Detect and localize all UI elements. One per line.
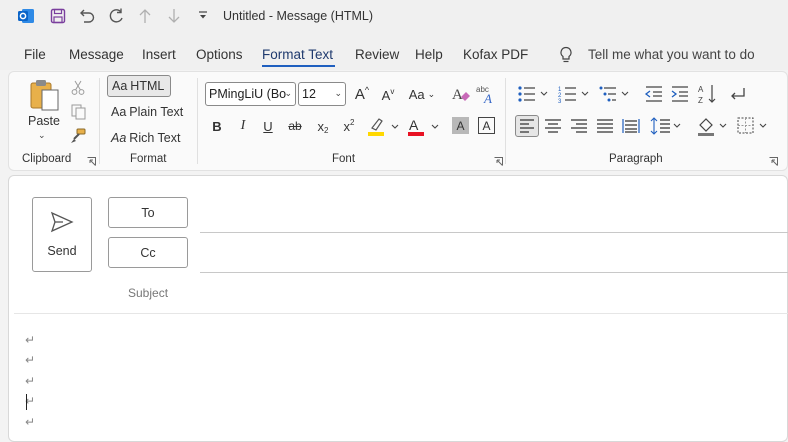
- svg-text:3: 3: [558, 99, 562, 104]
- numbering-icon[interactable]: 123: [558, 84, 592, 105]
- next-item-icon[interactable]: [164, 6, 184, 26]
- format-rich-label: Rich Text: [129, 131, 181, 145]
- format-html-label: HTML: [130, 79, 165, 93]
- text-effects-icon[interactable]: abc A: [476, 83, 498, 105]
- bullets-icon[interactable]: [517, 84, 551, 104]
- paragraph-launcher-icon[interactable]: [769, 155, 778, 166]
- underline-button[interactable]: U: [260, 117, 276, 135]
- font-color-button[interactable]: A: [406, 116, 442, 138]
- decrease-indent-icon[interactable]: [644, 84, 664, 104]
- paragraph-group-label: Paragraph: [609, 153, 663, 165]
- shading-icon[interactable]: [696, 115, 730, 137]
- font-group-label: Font: [332, 153, 356, 165]
- character-shading-icon[interactable]: A: [452, 117, 469, 134]
- lightbulb-icon: [558, 46, 574, 67]
- distributed-align-button[interactable]: [621, 116, 641, 136]
- outlook-logo-icon: [16, 6, 36, 26]
- previous-item-icon[interactable]: [135, 6, 155, 26]
- group-separator: [505, 78, 506, 164]
- align-right-button[interactable]: [569, 116, 589, 136]
- paste-dropdown-icon[interactable]: ⌄: [38, 130, 46, 141]
- cc-field[interactable]: [200, 272, 788, 273]
- align-center-button[interactable]: [543, 116, 563, 136]
- superscript-button[interactable]: x2: [340, 117, 358, 135]
- save-icon[interactable]: [48, 6, 68, 26]
- clipboard-group-label: Clipboard: [22, 153, 72, 165]
- tab-review[interactable]: Review: [355, 47, 399, 62]
- change-case-label: Aa: [408, 86, 425, 102]
- tab-help[interactable]: Help: [415, 47, 443, 62]
- undo-icon[interactable]: [77, 6, 97, 26]
- font-name-dropdown-icon[interactable]: ⌄: [284, 88, 292, 99]
- tell-me-search[interactable]: Tell me what you want to do: [588, 47, 755, 62]
- grow-font-label: A: [354, 85, 365, 103]
- active-tab-indicator: [262, 65, 335, 67]
- bold-button[interactable]: B: [209, 117, 225, 135]
- svg-text:A: A: [409, 117, 419, 133]
- italic-button[interactable]: I: [235, 117, 251, 135]
- to-field[interactable]: [200, 232, 788, 233]
- font-launcher-icon[interactable]: [494, 155, 503, 166]
- format-rich-prefix: Aa: [111, 131, 127, 145]
- format-plain-prefix: Aa: [111, 105, 127, 119]
- highlight-color-button[interactable]: [366, 116, 402, 138]
- tab-insert[interactable]: Insert: [142, 47, 176, 62]
- svg-text:A: A: [483, 91, 492, 105]
- cc-button[interactable]: Cc: [108, 237, 188, 268]
- send-button[interactable]: Send: [32, 197, 92, 272]
- justify-button[interactable]: [595, 116, 615, 136]
- svg-text:Z: Z: [698, 96, 703, 105]
- format-html-prefix: Aa: [112, 79, 128, 93]
- group-separator: [99, 78, 100, 164]
- send-label: Send: [47, 244, 77, 258]
- show-formatting-marks-icon[interactable]: [728, 84, 748, 104]
- paste-icon[interactable]: [28, 78, 62, 112]
- sort-icon[interactable]: AZ: [698, 83, 718, 105]
- svg-text:A: A: [698, 85, 704, 94]
- clipboard-launcher-icon[interactable]: [87, 155, 96, 166]
- shrink-font-button[interactable]: Av: [379, 86, 397, 104]
- window-title: Untitled - Message (HTML): [223, 9, 374, 23]
- to-button[interactable]: To: [108, 197, 188, 228]
- format-painter-icon[interactable]: [70, 128, 86, 144]
- align-left-button[interactable]: [515, 115, 539, 137]
- line-spacing-icon[interactable]: [650, 116, 684, 136]
- font-name-value: PMingLiU (Bo: [209, 87, 287, 101]
- font-size-combo[interactable]: 12 ⌄: [298, 82, 346, 106]
- format-html-button[interactable]: Aa HTML: [107, 75, 171, 97]
- copy-icon[interactable]: [70, 104, 86, 120]
- svg-text:A: A: [452, 87, 463, 103]
- shrink-font-label: A: [381, 87, 391, 103]
- grow-font-button[interactable]: A ^: [352, 84, 372, 104]
- change-case-button[interactable]: Aa ⌄: [406, 84, 438, 104]
- increase-indent-icon[interactable]: [670, 84, 690, 104]
- strikethrough-button[interactable]: ab: [285, 117, 305, 135]
- paste-label[interactable]: Paste: [28, 114, 60, 128]
- header-divider: [14, 313, 788, 314]
- redo-icon[interactable]: [106, 6, 126, 26]
- send-icon: [50, 211, 74, 233]
- tab-format-text[interactable]: Format Text: [262, 47, 333, 62]
- font-size-value: 12: [302, 87, 316, 101]
- tab-options[interactable]: Options: [196, 47, 243, 62]
- customize-toolbar-icon[interactable]: [193, 6, 213, 26]
- group-separator: [197, 78, 198, 164]
- character-border-icon[interactable]: A: [478, 117, 495, 134]
- message-body[interactable]: [14, 318, 784, 438]
- subject-label[interactable]: Subject: [128, 286, 168, 300]
- font-size-dropdown-icon[interactable]: ⌄: [334, 88, 342, 99]
- subscript-button[interactable]: x2: [314, 117, 332, 135]
- clear-formatting-icon[interactable]: A: [451, 84, 471, 104]
- borders-icon[interactable]: [736, 116, 770, 136]
- format-rich-text-button[interactable]: Aa Rich Text: [107, 127, 207, 149]
- format-group-label: Format: [130, 153, 167, 165]
- format-plain-text-button[interactable]: Aa Plain Text: [107, 101, 207, 123]
- format-plain-label: Plain Text: [129, 105, 184, 119]
- multilevel-list-icon[interactable]: [598, 84, 632, 104]
- tab-message[interactable]: Message: [69, 47, 124, 62]
- tab-kofax-pdf[interactable]: Kofax PDF: [463, 47, 528, 62]
- font-name-combo[interactable]: PMingLiU (Bo ⌄: [205, 82, 296, 106]
- tab-file[interactable]: File: [24, 47, 46, 62]
- cut-icon[interactable]: [70, 80, 86, 96]
